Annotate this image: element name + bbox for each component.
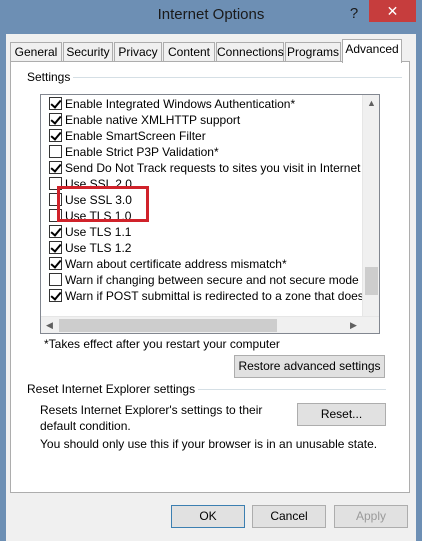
- reset-button[interactable]: Reset...: [297, 403, 386, 426]
- reset-description: Resets Internet Explorer's settings to t…: [40, 403, 263, 433]
- scroll-left-icon[interactable]: ◀: [41, 317, 58, 333]
- setting-integrated-windows-auth[interactable]: Enable Integrated Windows Authentication…: [49, 96, 296, 112]
- checkbox[interactable]: [49, 225, 62, 238]
- restore-advanced-settings-button[interactable]: Restore advanced settings: [234, 355, 385, 378]
- vertical-scroll-thumb[interactable]: [365, 267, 378, 295]
- ok-button[interactable]: OK: [171, 505, 245, 528]
- checkbox[interactable]: [49, 129, 62, 142]
- tab-programs[interactable]: Programs: [285, 42, 341, 62]
- setting-label: Send Do Not Track requests to sites you …: [65, 161, 372, 175]
- tab-content[interactable]: Content: [163, 42, 215, 62]
- tab-connections[interactable]: Connections: [216, 42, 284, 62]
- reset-note: You should only use this if your browser…: [40, 437, 378, 451]
- setting-cert-mismatch[interactable]: Warn about certificate address mismatch*: [49, 256, 287, 272]
- tab-label: Advanced: [345, 42, 399, 56]
- close-button[interactable]: ✕: [369, 0, 416, 22]
- tab-security[interactable]: Security: [63, 42, 113, 62]
- setting-strict-p3p[interactable]: Enable Strict P3P Validation*: [49, 144, 219, 160]
- close-icon: ✕: [386, 3, 399, 19]
- tab-general[interactable]: General: [10, 42, 62, 62]
- tab-label: Programs: [286, 45, 339, 59]
- setting-label: Use TLS 1.1: [65, 225, 132, 239]
- checkbox[interactable]: [49, 113, 62, 126]
- settings-group-label: Settings: [27, 70, 74, 84]
- tab-label: Content: [167, 45, 211, 59]
- checkbox[interactable]: [49, 289, 62, 302]
- checkbox[interactable]: [49, 161, 62, 174]
- checkbox[interactable]: [49, 241, 62, 254]
- setting-label: Enable SmartScreen Filter: [65, 129, 206, 143]
- vertical-scrollbar[interactable]: ▲: [362, 95, 379, 317]
- reset-group-label: Reset Internet Explorer settings: [27, 382, 199, 396]
- setting-label: Warn if POST submittal is redirected to …: [65, 289, 374, 303]
- tab-label: Security: [66, 45, 110, 59]
- horizontal-scrollbar[interactable]: ◀ ▶: [41, 316, 379, 333]
- scroll-up-icon[interactable]: ▲: [363, 95, 379, 112]
- title-bar: Internet Options ? ✕: [0, 0, 422, 34]
- setting-label: Warn if changing between secure and not …: [65, 273, 359, 287]
- setting-label: Enable Strict P3P Validation*: [65, 145, 219, 159]
- setting-secure-mode-warning[interactable]: Warn if changing between secure and not …: [49, 272, 359, 288]
- setting-label: Warn about certificate address mismatch*: [65, 257, 287, 271]
- setting-smartscreen[interactable]: Enable SmartScreen Filter: [49, 128, 206, 144]
- tab-label: Privacy: [118, 45, 158, 59]
- settings-group-line: [30, 77, 402, 78]
- tab-advanced[interactable]: Advanced: [342, 39, 402, 63]
- reset-group-line: [190, 389, 386, 390]
- ssl-tls-highlight-box: [57, 186, 149, 222]
- checkbox[interactable]: [49, 257, 62, 270]
- setting-tls-1-1[interactable]: Use TLS 1.1: [49, 224, 132, 240]
- setting-label: Use TLS 1.2: [65, 241, 132, 255]
- setting-tls-1-2[interactable]: Use TLS 1.2: [49, 240, 132, 256]
- setting-native-xmlhttp[interactable]: Enable native XMLHTTP support: [49, 112, 241, 128]
- checkbox[interactable]: [49, 273, 62, 286]
- setting-label: Enable Integrated Windows Authentication…: [65, 97, 296, 111]
- cancel-button[interactable]: Cancel: [252, 505, 326, 528]
- tab-label: General: [14, 45, 58, 59]
- checkbox[interactable]: [49, 145, 62, 158]
- help-button[interactable]: ?: [344, 3, 364, 25]
- checkbox[interactable]: [49, 97, 62, 110]
- apply-button[interactable]: Apply: [334, 505, 408, 528]
- tab-label: Connections: [217, 45, 284, 59]
- setting-label: Enable native XMLHTTP support: [65, 113, 241, 127]
- setting-post-redirect-warning[interactable]: Warn if POST submittal is redirected to …: [49, 288, 374, 304]
- setting-do-not-track[interactable]: Send Do Not Track requests to sites you …: [49, 160, 372, 176]
- tab-privacy[interactable]: Privacy: [114, 42, 162, 62]
- horizontal-scroll-thumb[interactable]: [59, 319, 277, 332]
- scroll-right-icon[interactable]: ▶: [345, 317, 362, 333]
- restart-footnote: *Takes effect after you restart your com…: [44, 337, 280, 351]
